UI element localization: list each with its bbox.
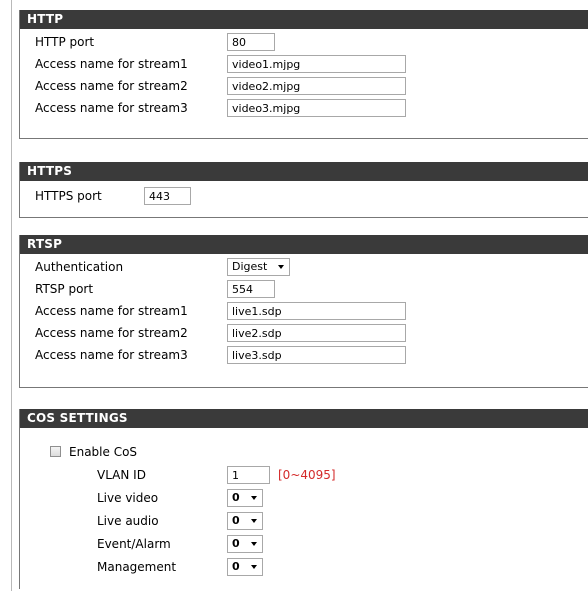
live-video-select[interactable]: 0 <box>227 489 263 507</box>
vlan-row: VLAN ID [0~4095] <box>20 465 588 486</box>
event-alarm-value: 0 <box>232 537 240 550</box>
rtsp-auth-label: Authentication <box>35 260 124 274</box>
rtsp-stream3-label: Access name for stream3 <box>35 348 188 362</box>
rtsp-port-label: RTSP port <box>35 282 94 296</box>
cos-enable-row: Enable CoS <box>20 442 588 463</box>
management-label: Management <box>97 560 177 574</box>
https-port-input[interactable] <box>144 187 191 205</box>
management-row: Management 0 <box>20 557 588 578</box>
http-section-title: HTTP <box>20 10 588 29</box>
live-video-label: Live video <box>97 491 159 505</box>
http-stream1-input[interactable] <box>227 55 406 73</box>
https-section: HTTPS HTTPS port <box>19 162 588 218</box>
https-section-title: HTTPS <box>20 162 588 181</box>
http-section: HTTP HTTP port Access name for stream1 A… <box>19 10 588 139</box>
http-stream2-row: Access name for stream2 <box>20 76 588 97</box>
cos-section-title: COS SETTINGS <box>20 409 588 428</box>
http-port-row: HTTP port <box>20 32 588 53</box>
management-select[interactable]: 0 <box>227 558 263 576</box>
https-port-label: HTTPS port <box>35 189 102 203</box>
https-port-row: HTTPS port <box>20 186 588 207</box>
rtsp-stream2-input[interactable] <box>227 324 406 342</box>
http-stream3-input[interactable] <box>227 99 406 117</box>
vlan-id-input[interactable] <box>227 466 270 484</box>
rtsp-auth-select[interactable]: Digest <box>227 258 290 276</box>
http-stream3-label: Access name for stream3 <box>35 101 188 115</box>
live-audio-value: 0 <box>232 514 240 527</box>
rtsp-stream3-row: Access name for stream3 <box>20 345 588 366</box>
rtsp-stream1-input[interactable] <box>227 302 406 320</box>
vlan-range-hint: [0~4095] <box>278 468 336 482</box>
rtsp-port-row: RTSP port <box>20 279 588 300</box>
rtsp-stream3-input[interactable] <box>227 346 406 364</box>
chevron-down-icon <box>251 542 257 546</box>
rtsp-auth-value: Digest <box>232 260 268 273</box>
page-left-rule <box>11 0 12 591</box>
live-video-value: 0 <box>232 491 240 504</box>
rtsp-port-input[interactable] <box>227 280 275 298</box>
http-port-input[interactable] <box>227 33 275 51</box>
live-audio-label: Live audio <box>97 514 159 528</box>
cos-section: COS SETTINGS Enable CoS VLAN ID [0~4095]… <box>19 409 588 589</box>
http-stream1-row: Access name for stream1 <box>20 54 588 75</box>
http-stream3-row: Access name for stream3 <box>20 98 588 119</box>
chevron-down-icon <box>251 519 257 523</box>
management-value: 0 <box>232 560 240 573</box>
event-alarm-label: Event/Alarm <box>97 537 171 551</box>
rtsp-stream2-row: Access name for stream2 <box>20 323 588 344</box>
enable-cos-checkbox[interactable] <box>50 446 61 457</box>
rtsp-section-title: RTSP <box>20 235 588 254</box>
rtsp-stream1-label: Access name for stream1 <box>35 304 188 318</box>
http-stream2-input[interactable] <box>227 77 406 95</box>
event-alarm-row: Event/Alarm 0 <box>20 534 588 555</box>
chevron-down-icon <box>251 565 257 569</box>
chevron-down-icon <box>251 496 257 500</box>
event-alarm-select[interactable]: 0 <box>227 535 263 553</box>
rtsp-section: RTSP Authentication Digest RTSP port Acc… <box>19 235 588 388</box>
enable-cos-label: Enable CoS <box>69 445 138 459</box>
http-stream2-label: Access name for stream2 <box>35 79 188 93</box>
http-stream1-label: Access name for stream1 <box>35 57 188 71</box>
vlan-label: VLAN ID <box>97 468 146 482</box>
chevron-down-icon <box>278 265 284 269</box>
rtsp-auth-row: Authentication Digest <box>20 257 588 278</box>
rtsp-stream1-row: Access name for stream1 <box>20 301 588 322</box>
http-port-label: HTTP port <box>35 35 95 49</box>
rtsp-stream2-label: Access name for stream2 <box>35 326 188 340</box>
live-audio-select[interactable]: 0 <box>227 512 263 530</box>
live-audio-row: Live audio 0 <box>20 511 588 532</box>
live-video-row: Live video 0 <box>20 488 588 509</box>
